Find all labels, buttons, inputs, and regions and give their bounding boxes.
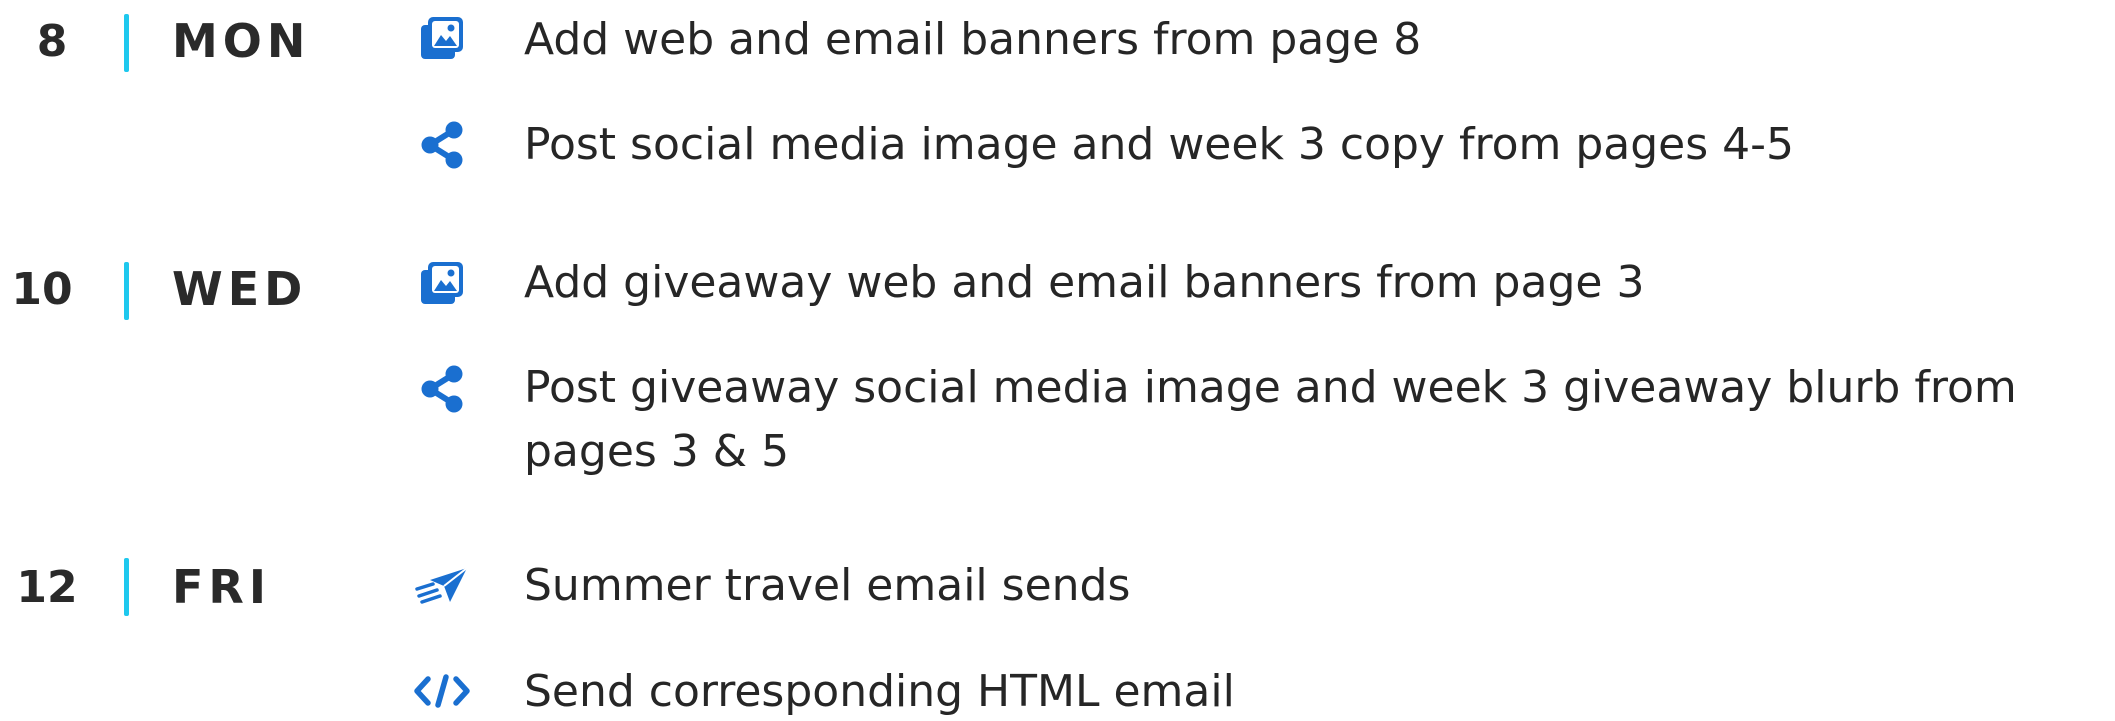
day-number: 12	[16, 562, 78, 613]
task-text: Add giveaway web and email banners from …	[524, 257, 1645, 308]
day-divider	[124, 558, 129, 616]
task-text: Post social media image and week 3 copy …	[524, 119, 1795, 170]
day-name: MON	[172, 14, 311, 68]
day-divider	[124, 14, 129, 72]
image-gallery-icon	[412, 10, 472, 66]
day-number: 10	[11, 264, 73, 315]
task-text: Add web and email banners from page 8	[524, 14, 1422, 65]
code-icon	[412, 663, 472, 719]
task-text: Send corresponding HTML email	[524, 666, 1235, 717]
day-name: WED	[172, 262, 308, 316]
share-icon	[412, 117, 472, 173]
task-text: Summer travel email sends	[524, 560, 1131, 611]
image-gallery-icon	[412, 255, 472, 311]
task-text: Post giveaway social media image and wee…	[524, 362, 2017, 477]
day-divider	[124, 262, 129, 320]
day-name: FRI	[172, 560, 271, 614]
send-icon	[412, 558, 472, 614]
day-number: 8	[36, 16, 68, 67]
share-icon	[412, 361, 472, 417]
